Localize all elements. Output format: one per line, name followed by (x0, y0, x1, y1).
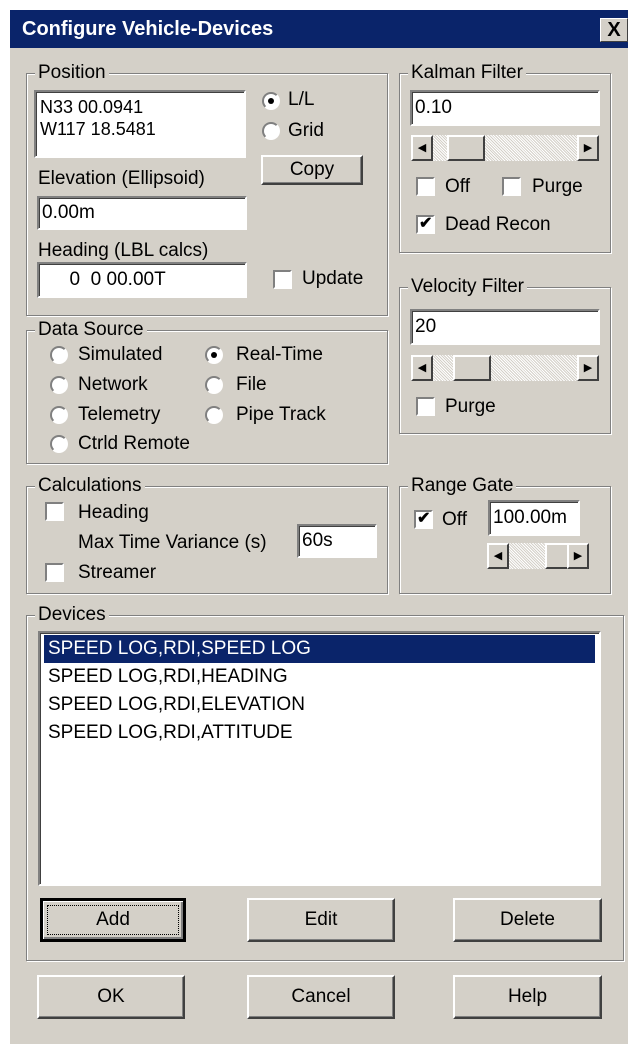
coordinate-field[interactable]: N33 00.0941 W117 18.5481 (34, 90, 246, 158)
elevation-label: Elevation (Ellipsoid) (38, 168, 205, 189)
list-item[interactable]: SPEED LOG,RDI,SPEED LOG (44, 635, 595, 663)
network-radio[interactable] (50, 376, 68, 394)
left-arrow-icon[interactable]: ◀ (411, 135, 433, 161)
grid-label: Grid (288, 120, 324, 141)
heading-input[interactable]: 0 0 00.00T (37, 262, 247, 298)
max-time-variance-text[interactable] (299, 526, 375, 556)
window-title: Configure Vehicle-Devices (22, 18, 274, 40)
kalman-off-checkbox[interactable] (416, 177, 435, 196)
delete-button[interactable]: Delete (453, 898, 602, 942)
list-item[interactable]: SPEED LOG,RDI,ELEVATION (44, 691, 305, 719)
simulated-radio[interactable] (50, 346, 68, 364)
real-time-radio[interactable] (205, 346, 223, 364)
kalman-input[interactable] (410, 90, 600, 126)
range-gate-legend: Range Gate (408, 475, 517, 497)
velocity-purge-label: Purge (445, 396, 496, 417)
copy-button[interactable]: Copy (261, 155, 363, 185)
position-legend: Position (35, 62, 109, 84)
pipe-track-label: Pipe Track (236, 404, 326, 425)
range-gate-off-checkbox[interactable]: ✔ (414, 510, 433, 529)
velocity-legend: Velocity Filter (408, 276, 527, 298)
ctrld-remote-radio[interactable] (50, 435, 68, 453)
help-button[interactable]: Help (453, 975, 602, 1019)
devices-legend: Devices (35, 604, 109, 626)
latitude-text: N33 00.0941 (40, 97, 144, 117)
elevation-input-text[interactable] (39, 198, 245, 228)
range-gate-slider[interactable]: ◀ ▶ (487, 543, 589, 569)
kalman-off-label: Off (445, 176, 470, 197)
max-time-variance-input[interactable] (297, 524, 377, 558)
network-label: Network (78, 374, 148, 395)
list-item[interactable]: SPEED LOG,RDI,ATTITUDE (44, 719, 293, 747)
telemetry-radio[interactable] (50, 406, 68, 424)
ll-label: L/L (288, 89, 315, 110)
ok-button[interactable]: OK (37, 975, 185, 1019)
cancel-button[interactable]: Cancel (247, 975, 395, 1019)
right-arrow-icon[interactable]: ▶ (577, 355, 599, 381)
ll-radio[interactable] (262, 92, 280, 110)
calc-heading-label: Heading (78, 502, 149, 523)
file-label: File (236, 374, 267, 395)
left-arrow-icon[interactable]: ◀ (487, 543, 509, 569)
streamer-checkbox[interactable] (45, 563, 64, 582)
right-arrow-icon[interactable]: ▶ (567, 543, 589, 569)
calculations-legend: Calculations (35, 475, 145, 497)
grid-radio[interactable] (262, 122, 280, 140)
edit-button[interactable]: Edit (247, 898, 395, 942)
add-button[interactable]: Add (40, 898, 186, 942)
kalman-slider-thumb[interactable] (447, 135, 485, 161)
dialog-window: Configure Vehicle-Devices X Position N33… (10, 10, 628, 1044)
devices-list[interactable]: SPEED LOG,RDI,SPEED LOG SPEED LOG,RDI,HE… (38, 631, 601, 886)
velocity-slider-thumb[interactable] (453, 355, 491, 381)
focus-ring (47, 905, 179, 935)
range-gate-slider-thumb[interactable] (545, 543, 569, 569)
longitude-text: W117 18.5481 (40, 119, 156, 139)
kalman-purge-label: Purge (532, 176, 583, 197)
simulated-label: Simulated (78, 344, 163, 365)
close-icon: X (607, 19, 621, 41)
streamer-label: Streamer (78, 562, 157, 583)
max-time-variance-label: Max Time Variance (s) (78, 532, 267, 553)
range-gate-input[interactable] (488, 500, 580, 536)
elevation-input[interactable] (37, 196, 247, 230)
dead-recon-checkbox[interactable]: ✔ (416, 215, 435, 234)
velocity-input[interactable] (410, 309, 600, 345)
right-arrow-icon[interactable]: ▶ (577, 135, 599, 161)
range-gate-input-text[interactable] (490, 502, 578, 534)
checkmark-icon: ✔ (419, 215, 433, 232)
heading-label: Heading (LBL calcs) (38, 240, 209, 261)
update-checkbox[interactable] (273, 270, 292, 289)
velocity-input-text[interactable] (412, 311, 598, 343)
update-label: Update (302, 268, 364, 289)
heading-checkbox[interactable] (45, 502, 64, 521)
telemetry-label: Telemetry (78, 404, 161, 425)
close-button[interactable]: X (600, 18, 628, 42)
file-radio[interactable] (205, 376, 223, 394)
pipe-track-radio[interactable] (205, 406, 223, 424)
ctrld-remote-label: Ctrld Remote (78, 433, 190, 454)
data-source-legend: Data Source (35, 319, 147, 341)
kalman-slider[interactable]: ◀ ▶ (411, 135, 599, 161)
velocity-slider[interactable]: ◀ ▶ (411, 355, 599, 381)
kalman-input-text[interactable] (412, 92, 598, 124)
dead-recon-label: Dead Recon (445, 214, 551, 235)
left-arrow-icon[interactable]: ◀ (411, 355, 433, 381)
heading-value: 0 0 00.00T (59, 269, 166, 290)
title-bar[interactable]: Configure Vehicle-Devices X (10, 10, 628, 48)
kalman-purge-checkbox[interactable] (502, 177, 521, 196)
checkmark-icon: ✔ (417, 510, 431, 527)
real-time-label: Real-Time (236, 344, 323, 365)
kalman-legend: Kalman Filter (408, 62, 526, 84)
range-gate-off-label: Off (442, 509, 467, 530)
list-item[interactable]: SPEED LOG,RDI,HEADING (44, 663, 288, 691)
velocity-purge-checkbox[interactable] (416, 397, 435, 416)
